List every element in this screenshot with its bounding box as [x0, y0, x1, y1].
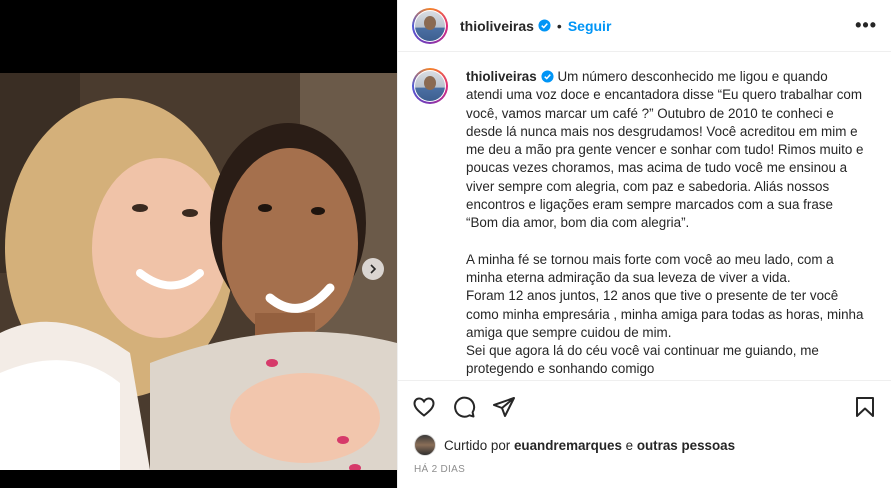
separator-dot: •	[556, 17, 562, 34]
post-photo[interactable]	[0, 73, 397, 470]
follow-button[interactable]: Seguir	[568, 18, 612, 34]
instagram-post-modal: thioliveiras • Seguir ••• thioliveiras U…	[0, 0, 891, 488]
next-photo-button[interactable]	[362, 258, 384, 280]
post-caption: thioliveiras Um número desconhecido me l…	[466, 68, 866, 380]
author-username[interactable]: thioliveiras	[460, 18, 534, 34]
likes-conjunction: e	[625, 437, 634, 453]
liker-username[interactable]: euandremarques	[514, 438, 622, 453]
likes-others-link[interactable]: outras pessoas	[637, 438, 735, 453]
caption-area: thioliveiras Um número desconhecido me l…	[398, 52, 891, 380]
more-options-icon[interactable]: •••	[855, 15, 877, 36]
likes-prefix: Curtido por	[444, 437, 511, 453]
heart-icon[interactable]	[412, 395, 436, 419]
author-avatar[interactable]	[412, 7, 448, 44]
post-actions	[398, 380, 891, 432]
caption-verified-badge-icon	[541, 70, 554, 83]
paper-plane-icon[interactable]	[492, 395, 516, 419]
post-media	[0, 0, 397, 488]
verified-badge-icon	[538, 19, 551, 32]
caption-paragraph-2: A minha fé se tornou mais forte com você…	[466, 251, 864, 377]
liker-avatar[interactable]	[414, 434, 436, 456]
caption-username[interactable]: thioliveiras	[466, 69, 537, 84]
post-date[interactable]: HÁ 2 DIAS	[398, 458, 891, 488]
bookmark-icon[interactable]	[853, 395, 877, 419]
caption-paragraph-1: Um número desconhecido me ligou e quando…	[466, 69, 868, 231]
chevron-right-icon	[370, 264, 377, 274]
likes-summary: Curtido por euandremarques e outras pess…	[398, 432, 891, 458]
caption-author-avatar[interactable]	[412, 68, 448, 104]
comment-bubble-icon[interactable]	[452, 395, 476, 419]
post-header: thioliveiras • Seguir •••	[398, 0, 891, 52]
photo-illustration	[0, 73, 397, 470]
post-details-panel: thioliveiras • Seguir ••• thioliveiras U…	[397, 0, 891, 488]
